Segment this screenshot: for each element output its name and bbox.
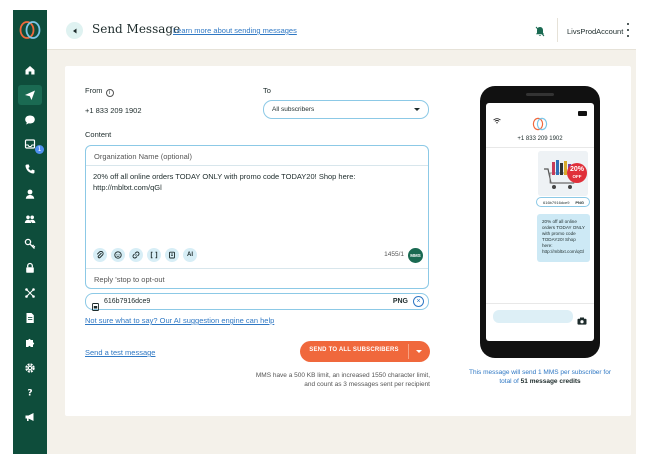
preview-file-name: 616b7916dce9	[543, 200, 570, 205]
remove-file-button[interactable]: ×	[413, 296, 424, 307]
sidebar: 1?	[13, 10, 47, 454]
from-number: +1 833 209 1902	[85, 106, 142, 115]
phone-speaker	[526, 93, 554, 96]
info-icon[interactable]: i	[105, 89, 114, 97]
sidebar-item-send[interactable]	[18, 84, 42, 105]
back-button[interactable]	[66, 22, 83, 39]
send-button-label: SEND TO ALL SUBSCRIBERS	[309, 347, 399, 353]
send-to-all-button[interactable]: SEND TO ALL SUBSCRIBERS	[300, 341, 430, 362]
key-icon	[24, 238, 36, 249]
preview-mms-image: 20% OFF	[538, 151, 588, 196]
mms-badge: MMS	[408, 248, 423, 263]
top-header: Send Message Learn more about sending me…	[47, 10, 636, 50]
sidebar-item-phone[interactable]	[18, 159, 42, 179]
sidebar-item-home[interactable]	[18, 60, 42, 80]
lock-icon	[26, 263, 34, 274]
preview-file-chip: 616b7916dce9 PNG	[536, 197, 590, 207]
phone-preview: +1 833 209 1902 20% OFF 616b7916dce9 PNG…	[480, 86, 600, 358]
opt-out-text[interactable]: Reply 'stop to opt-out	[86, 268, 428, 288]
back-arrow-icon	[72, 28, 76, 33]
contact-icon	[25, 189, 35, 199]
chevron-down-icon	[414, 108, 420, 111]
preview-message-bubble: 20% off all online orders TODAY ONLY wit…	[537, 214, 590, 262]
sidebar-item-megaphone[interactable]	[18, 407, 42, 427]
mms-limit-note: MMS have a 500 KB limit, an increased 15…	[255, 372, 430, 388]
send-test-message-link[interactable]: Send a test message	[85, 348, 155, 357]
preview-divider	[486, 147, 594, 148]
battery-icon	[578, 111, 587, 116]
phone-icon	[25, 164, 35, 174]
sidebar-item-integrations[interactable]	[18, 283, 42, 303]
discount-badge-off: OFF	[572, 174, 582, 179]
sidebar-item-document[interactable]	[18, 308, 42, 328]
message-editor: Organization Name (optional) 20% off all…	[85, 145, 429, 289]
brand-logo	[532, 117, 548, 136]
settings-icon	[25, 362, 35, 373]
character-count: 1455/1	[384, 251, 404, 258]
sidebar-item-chat[interactable]	[18, 110, 42, 130]
credits-note: This message will send 1 MMS per subscri…	[468, 368, 612, 386]
file-name: 616b7916dce9	[104, 298, 151, 305]
content-label: Content	[85, 130, 112, 139]
sidebar-item-inbox[interactable]: 1	[18, 134, 44, 155]
sidebar-item-puzzle[interactable]	[18, 333, 42, 353]
ai-suggestion-link[interactable]: Not sure what to say? Our AI suggestion …	[85, 316, 274, 325]
wifi-icon	[493, 111, 501, 129]
button-divider	[408, 344, 409, 359]
camera-icon	[577, 312, 587, 330]
help-icon: ?	[27, 389, 32, 399]
message-textarea[interactable]: 20% off all online orders TODAY ONLY wit…	[93, 171, 423, 193]
sidebar-item-key[interactable]	[18, 234, 42, 254]
template-icon[interactable]	[165, 248, 179, 262]
attached-file: 616b7916dce9 PNG ×	[85, 293, 429, 311]
sidebar-item-help[interactable]: ?	[18, 382, 42, 402]
to-select[interactable]: All subscribers	[263, 100, 429, 119]
brand-logo[interactable]	[19, 20, 41, 40]
integrations-icon	[25, 288, 35, 298]
phone-screen: +1 833 209 1902 20% OFF 616b7916dce9 PNG…	[486, 103, 594, 341]
discount-badge-percent: 20%	[569, 166, 584, 173]
sidebar-item-group[interactable]	[18, 209, 42, 229]
organization-name-input[interactable]: Organization Name (optional)	[86, 146, 428, 166]
send-message-card: From i +1 833 209 1902 To All subscribers…	[65, 66, 631, 416]
puzzle-icon	[26, 338, 35, 347]
link-icon[interactable]	[129, 248, 143, 262]
to-label: To	[263, 86, 271, 95]
sidebar-item-settings[interactable]	[18, 358, 42, 378]
sidebar-item-contact[interactable]	[18, 184, 42, 204]
notification-badge: 1	[35, 145, 44, 155]
chat-icon	[25, 115, 35, 125]
image-file-icon	[92, 298, 99, 316]
ai-assist-button[interactable]: AI	[183, 248, 197, 262]
more-menu-icon[interactable]	[625, 23, 631, 37]
document-icon	[26, 313, 34, 323]
notification-bell-icon[interactable]	[535, 24, 545, 42]
preview-file-type: PNG	[575, 200, 584, 205]
preview-sender-number: +1 833 209 1902	[517, 136, 563, 142]
send-icon	[25, 90, 35, 100]
emoji-icon[interactable]	[111, 248, 125, 262]
preview-compose-field	[493, 310, 573, 323]
editor-toolbar: AI	[93, 248, 197, 262]
send-options-chevron-icon[interactable]	[416, 350, 422, 353]
account-name[interactable]: LivsProdAccount	[567, 27, 623, 36]
app-frame: 1? Send Message Learn more about sending…	[13, 10, 636, 454]
page-title: Send Message	[92, 22, 181, 36]
file-type: PNG	[392, 298, 408, 305]
attach-icon[interactable]	[93, 248, 107, 262]
credits-count: 51 message credits	[520, 378, 581, 385]
svg-text:?: ?	[27, 389, 32, 399]
header-divider	[557, 18, 558, 42]
group-icon	[24, 215, 36, 223]
home-icon	[25, 66, 35, 75]
megaphone-icon	[25, 413, 34, 422]
sidebar-item-lock[interactable]	[18, 258, 42, 278]
merge-field-icon[interactable]	[147, 248, 161, 262]
preview-divider-bottom	[486, 303, 594, 304]
from-label: From i	[85, 86, 114, 97]
learn-more-link[interactable]: Learn more about sending messages	[173, 26, 297, 35]
to-select-value: All subscribers	[272, 106, 315, 113]
